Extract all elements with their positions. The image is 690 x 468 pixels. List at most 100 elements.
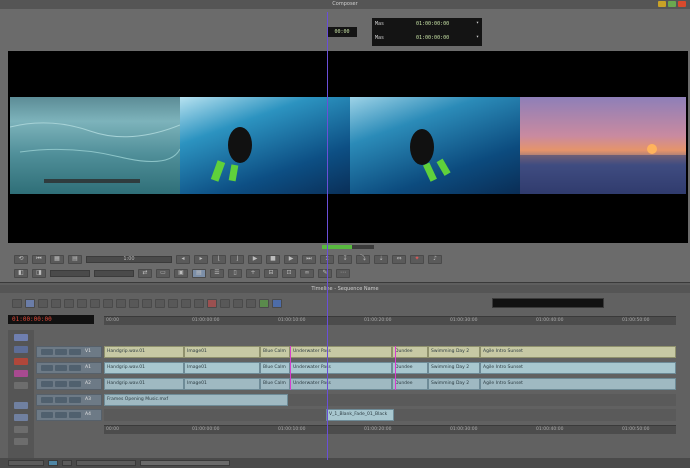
record-icon[interactable]: ▣ — [174, 268, 188, 278]
track-tool-icon[interactable] — [103, 299, 113, 308]
scroll-thumb[interactable] — [140, 460, 230, 466]
track-toggle[interactable] — [55, 365, 67, 371]
timeline-clip-segment[interactable]: Image01 — [184, 378, 260, 390]
sync-icon[interactable]: ⇄ — [138, 268, 152, 278]
rewind-icon[interactable]: ⏮ — [32, 254, 46, 264]
split-icon[interactable]: ⊟ — [264, 268, 278, 278]
timeline-clip-segment[interactable]: Blue Calm — [260, 346, 290, 358]
track-toggle[interactable] — [41, 381, 53, 387]
maximize-icon[interactable] — [668, 1, 676, 7]
track-toggle[interactable] — [69, 365, 81, 371]
timecode-display[interactable]: Mas 01:00:00:00 Mas 01:00:00:00 ▾ ▾ — [372, 18, 482, 46]
track-toggle[interactable] — [69, 397, 81, 403]
timeline-scrollbar[interactable] — [76, 460, 136, 466]
timeline-clip-segment[interactable]: Swimming Day 2 — [428, 362, 480, 374]
shuttle-slider[interactable] — [50, 269, 90, 277]
record-track-icon[interactable] — [14, 358, 28, 365]
marker-icon[interactable]: ▤ — [68, 254, 82, 264]
timeline-clip-segment[interactable]: V_1_Blank_Fade_01_Black — [326, 409, 394, 421]
track-toggle[interactable] — [55, 381, 67, 387]
scroll-right-icon[interactable] — [62, 460, 72, 466]
more-icon[interactable]: ⋯ — [336, 268, 350, 278]
lock-track-icon[interactable] — [14, 414, 28, 421]
link-icon[interactable]: ∞ — [300, 268, 314, 278]
marker-tool-icon[interactable] — [142, 299, 152, 308]
trim-icon[interactable]: ⇔ — [392, 254, 406, 264]
timeline-clip-segment[interactable]: Handgrip.wav.01 — [104, 346, 184, 358]
timeline-clip-segment[interactable]: Frames Opening Music.mxf — [104, 394, 288, 406]
timeline-clip-segment[interactable]: Underwater Pass — [290, 346, 392, 358]
timeline-clip-segment[interactable]: Swimming Day 2 — [428, 346, 480, 358]
splice-tool-icon[interactable] — [77, 299, 87, 308]
track-header[interactable]: A2 — [36, 378, 102, 390]
render-tool-icon[interactable] — [220, 299, 230, 308]
color-tool-icon[interactable] — [207, 299, 217, 308]
stop-icon[interactable]: ■ — [266, 254, 280, 264]
keyframe-tool-icon[interactable] — [194, 299, 204, 308]
in-icon[interactable]: ◧ — [14, 268, 28, 278]
minimize-icon[interactable] — [658, 1, 666, 7]
monitor-track-icon[interactable] — [14, 438, 28, 445]
frame-icon[interactable]: ▦ — [50, 254, 64, 264]
timeline-clip-segment[interactable]: Blue Calm — [260, 378, 290, 390]
timeline-clip-segment[interactable]: Blue Calm — [260, 362, 290, 374]
track-toggle[interactable] — [41, 412, 53, 418]
track-toggle[interactable] — [41, 397, 53, 403]
overwrite-tool-icon[interactable] — [90, 299, 100, 308]
mixer-tool-icon[interactable] — [181, 299, 191, 308]
mode-icon[interactable]: ▤ — [192, 268, 206, 278]
timeline-clip-segment[interactable]: Image01 — [184, 346, 260, 358]
chevron-down-icon[interactable]: ▾ — [476, 20, 479, 26]
track-toggle[interactable] — [55, 412, 67, 418]
timeline-clip-segment[interactable]: Handgrip.wav.01 — [104, 378, 184, 390]
tool-icon[interactable]: ✎ — [318, 268, 332, 278]
extract-icon[interactable]: ↧ — [338, 254, 352, 264]
step-back-icon[interactable]: ◂ — [176, 254, 190, 264]
solo-track-icon[interactable] — [14, 382, 28, 389]
timeline-clip-segment[interactable]: Dundee — [392, 378, 428, 390]
timeline-ruler-top[interactable]: 00:00 01:00:00:00 01:00:10:00 01:00:20:00 01… — [104, 316, 676, 325]
close-icon[interactable] — [678, 1, 686, 7]
timeline-clip-segment[interactable]: Underwater Pass — [290, 362, 392, 374]
sync-tool-icon[interactable] — [233, 299, 243, 308]
play-icon[interactable]: ▶ — [248, 254, 262, 264]
timeline-clip-segment[interactable]: Agile Intro Sunset — [480, 346, 676, 358]
timeline-clip-segment[interactable]: Agile Intro Sunset — [480, 362, 676, 374]
timeline-clip-segment[interactable]: Underwater Pass — [290, 378, 392, 390]
settings-tool-icon[interactable] — [259, 299, 269, 308]
play-icon[interactable]: ▶ — [284, 254, 298, 264]
step-icon[interactable]: ▸ — [194, 254, 208, 264]
timeline-clip-segment[interactable]: Dundee — [392, 362, 428, 374]
timeline-clip-segment[interactable]: Handgrip.wav.01 — [104, 362, 184, 374]
position-indicator[interactable] — [322, 245, 374, 249]
video-track-icon[interactable] — [14, 334, 28, 341]
effect-tool-icon[interactable] — [155, 299, 165, 308]
timeline-search-box[interactable] — [492, 298, 604, 308]
fast-forward-icon[interactable]: ⏭ — [302, 254, 316, 264]
segment-icon[interactable]: ▯ — [228, 268, 242, 278]
timeline-clip-segment[interactable]: Swimming Day 2 — [428, 378, 480, 390]
timeline-clip-segment[interactable]: Image01 — [184, 362, 260, 374]
extract-tool-icon[interactable] — [51, 299, 61, 308]
chevron-down-icon[interactable]: ▾ — [476, 34, 479, 40]
audio-icon[interactable]: ♪ — [428, 254, 442, 264]
link-tool-icon[interactable] — [168, 299, 178, 308]
track-toggle[interactable] — [55, 397, 67, 403]
center-timecode[interactable]: 00:00 — [327, 27, 357, 37]
mark-in-icon[interactable]: ⌊ — [212, 254, 226, 264]
mark-out-icon[interactable]: ⌋ — [230, 254, 244, 264]
jog-slider[interactable] — [94, 269, 134, 277]
timeline-clip-segment[interactable]: Dundee — [392, 346, 428, 358]
overwrite-icon[interactable]: ⇣ — [374, 254, 388, 264]
track-header[interactable]: A3 — [36, 394, 102, 406]
mute-track-icon[interactable] — [14, 370, 28, 377]
zoom-slider[interactable] — [8, 460, 44, 466]
loop-icon[interactable]: ⟲ — [14, 254, 28, 264]
track-toggle[interactable] — [69, 349, 81, 355]
match-icon[interactable]: ⊡ — [282, 268, 296, 278]
audio-tool-icon[interactable] — [129, 299, 139, 308]
timeline-ruler-bottom[interactable]: 00:00 01:00:00:00 01:00:10:00 01:00:20:00 01… — [104, 425, 676, 434]
track-header[interactable]: A1 — [36, 362, 102, 374]
add-icon[interactable]: + — [246, 268, 260, 278]
select-tool-icon[interactable] — [12, 299, 22, 308]
